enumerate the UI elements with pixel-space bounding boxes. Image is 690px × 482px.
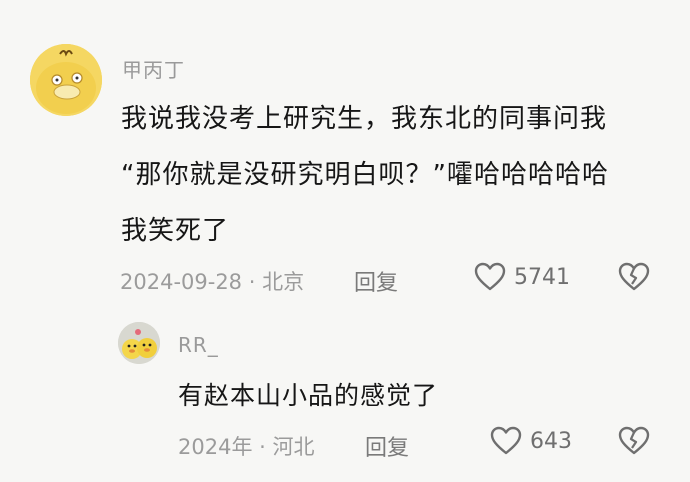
- duck-toys-avatar-icon: [118, 322, 160, 364]
- reply-reply-button[interactable]: 回复: [365, 430, 409, 462]
- reply-text: 有赵本山小品的感觉了: [178, 381, 439, 410]
- broken-heart-icon: [618, 426, 650, 455]
- reply-meta: 2024年 · 河北: [178, 435, 315, 459]
- like-count: 5741: [514, 264, 570, 290]
- reply-like-count: 643: [530, 428, 572, 454]
- dislike-button[interactable]: [618, 262, 650, 292]
- reply-like-button[interactable]: 643: [490, 426, 572, 456]
- reply-dislike-button[interactable]: [618, 426, 650, 456]
- heart-outline-icon: [490, 426, 522, 455]
- like-button[interactable]: 5741: [474, 262, 570, 292]
- heart-outline-icon: [474, 262, 506, 291]
- reply-user-avatar[interactable]: [118, 322, 160, 364]
- psyduck-avatar-icon: [30, 44, 102, 116]
- comment-text-line-2: “那你就是没研究明白呗？”嚯哈哈哈哈哈: [121, 160, 609, 190]
- username[interactable]: 甲丙丁: [122, 54, 185, 83]
- comment-text-line-1: 我说我没考上研究生，我东北的同事问我: [121, 104, 608, 134]
- reply-button[interactable]: 回复: [354, 265, 398, 297]
- user-avatar[interactable]: [30, 44, 102, 116]
- reply-username[interactable]: RR_: [178, 333, 219, 357]
- broken-heart-icon: [618, 262, 650, 291]
- comment-meta: 2024-09-28 · 北京: [120, 270, 305, 294]
- comment-text-line-3: 我笑死了: [121, 216, 230, 246]
